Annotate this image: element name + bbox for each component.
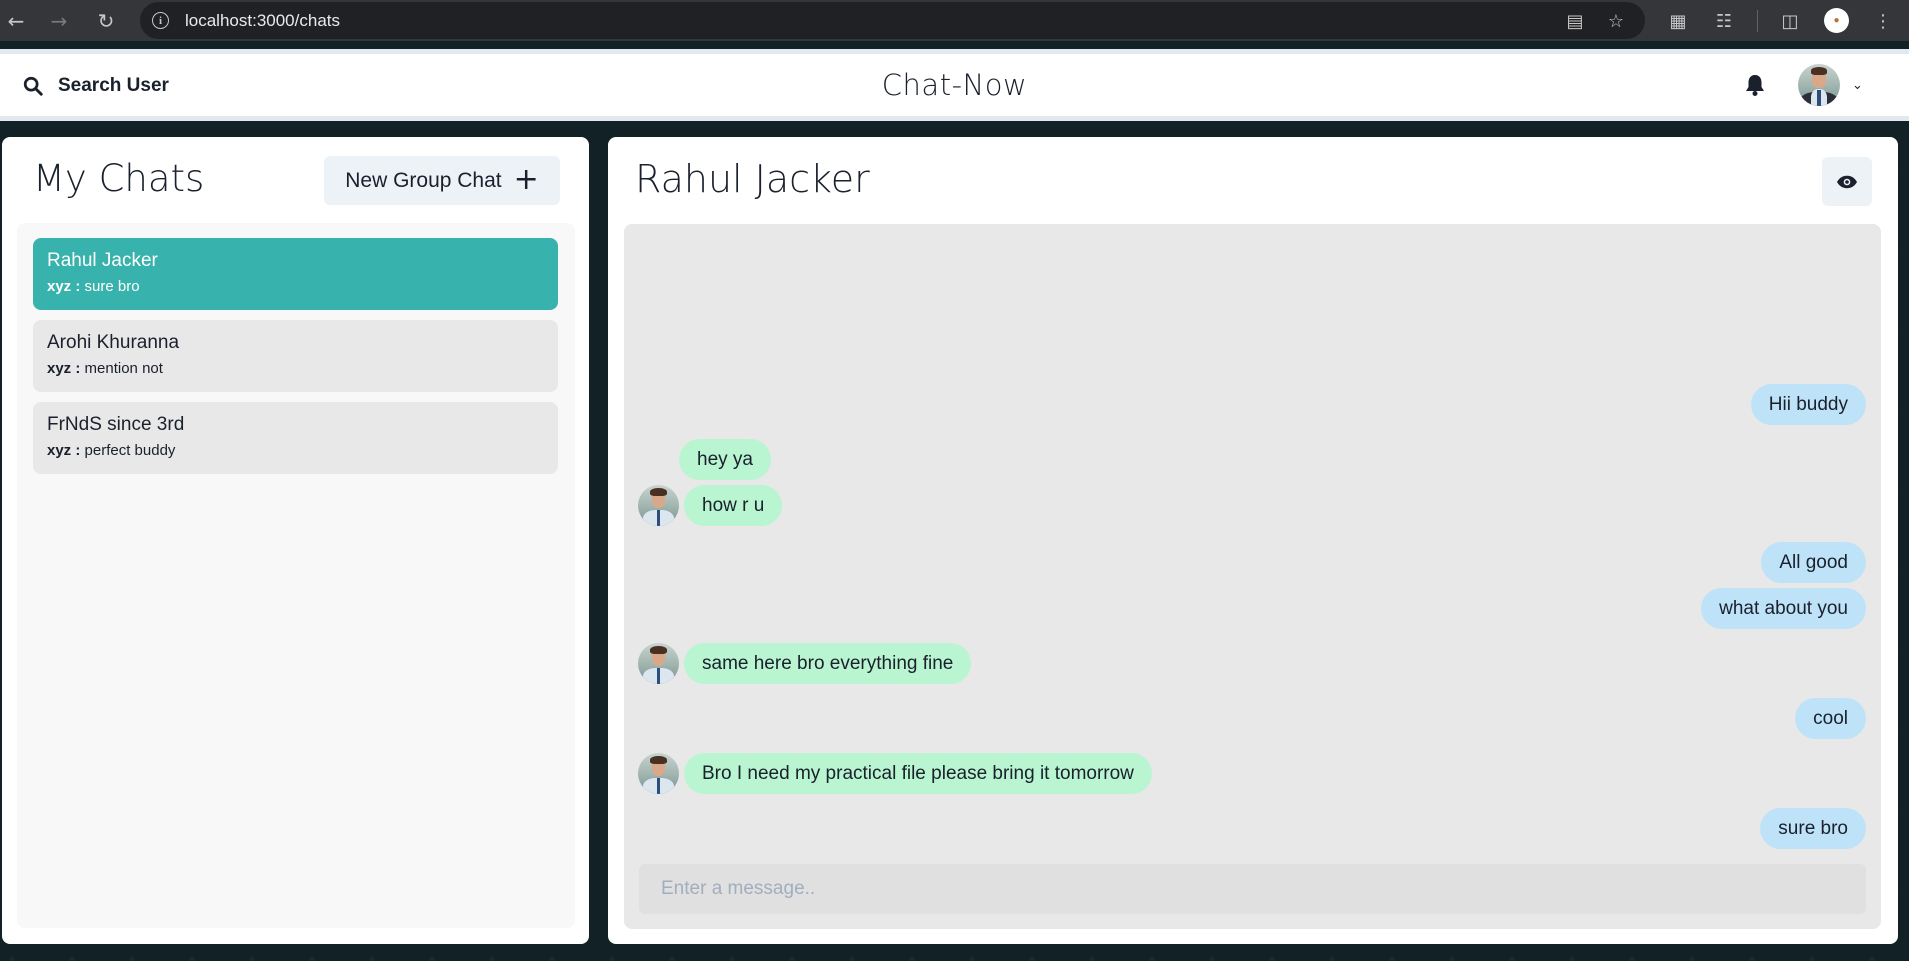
browser-profile-icon[interactable]: ● — [1824, 8, 1849, 33]
chat-latest-sender: xyz : — [47, 278, 81, 295]
back-arrow-icon[interactable]: ← — [0, 5, 32, 37]
site-info-icon[interactable]: i — [152, 12, 169, 29]
extension-app-icon[interactable]: ▦ — [1662, 5, 1694, 37]
bookmark-star-icon[interactable]: ☆ — [1603, 8, 1629, 34]
my-chats-panel: My Chats New Group Chat + Rahul Jacker x… — [2, 137, 589, 944]
chat-list-item-rahul-jacker[interactable]: Rahul Jacker xyz : sure bro — [33, 238, 558, 310]
url-text[interactable]: localhost:3000/chats — [185, 11, 340, 31]
chat-latest-text: perfect buddy — [84, 442, 176, 459]
browser-toolbar: ← → ↻ i localhost:3000/chats ▤ ☆ ▦ ☷ ◫ ●… — [0, 0, 1909, 41]
address-bar[interactable]: i localhost:3000/chats ▤ ☆ — [140, 2, 1645, 39]
chat-list-item-arohi-khuranna[interactable]: Arohi Khuranna xyz : mention not — [33, 320, 558, 392]
reload-icon[interactable]: ↻ — [90, 5, 122, 37]
chat-name: FrNdS since 3rd — [47, 414, 185, 435]
chat-latest-message: xyz : sure bro — [47, 278, 544, 295]
chat-latest-text: sure bro — [84, 278, 140, 295]
app-title: Chat-Now — [881, 68, 1028, 102]
message-bubble-sent: sure bro — [1760, 808, 1866, 849]
chevron-down-icon: ⌄ — [1852, 77, 1863, 93]
user-avatar — [1798, 64, 1840, 106]
app-header: Search User Chat-Now ⌄ — [0, 49, 1909, 121]
conversation-panel: Rahul Jacker Hii buddy hey ya how r u Al… — [608, 137, 1898, 944]
sender-avatar[interactable] — [638, 485, 679, 526]
message-bubble-sent: cool — [1795, 698, 1866, 739]
extensions-puzzle-icon[interactable]: ☷ — [1708, 5, 1740, 37]
message-input[interactable] — [639, 864, 1866, 914]
chat-latest-text: mention not — [84, 360, 163, 377]
profile-menu-button[interactable]: ⌄ — [1798, 64, 1863, 106]
new-group-chat-button[interactable]: New Group Chat + — [324, 156, 560, 205]
message-bubble-sent: Hii buddy — [1750, 384, 1866, 425]
plus-icon: + — [513, 161, 539, 197]
chat-name: Arohi Khuranna — [47, 332, 180, 353]
notification-bell-button[interactable] — [1741, 71, 1769, 99]
chat-latest-message: xyz : mention not — [47, 360, 544, 377]
toolbar-divider — [1757, 10, 1758, 32]
view-profile-button[interactable] — [1822, 157, 1872, 206]
new-group-chat-label: New Group Chat — [345, 168, 502, 192]
install-app-icon[interactable]: ▤ — [1562, 8, 1588, 34]
browser-menu-icon[interactable]: ⋮ — [1867, 5, 1899, 37]
message-bubble-received: Bro I need my practical file please brin… — [684, 753, 1152, 794]
message-bubble-received: how r u — [684, 485, 783, 526]
bell-icon — [1746, 75, 1764, 96]
messages-area: Hii buddy hey ya how r u All good what a… — [624, 224, 1881, 929]
chat-latest-sender: xyz : — [47, 360, 81, 377]
chat-latest-message: xyz : perfect buddy — [47, 442, 544, 459]
side-panel-icon[interactable]: ◫ — [1774, 5, 1806, 37]
message-bubble-sent: what about you — [1701, 588, 1866, 629]
chat-list-item-friends-since-3rd[interactable]: FrNdS since 3rd xyz : perfect buddy — [33, 402, 558, 474]
chat-latest-sender: xyz : — [47, 442, 81, 459]
message-bubble-received: hey ya — [679, 439, 771, 480]
forward-arrow-icon[interactable]: → — [43, 5, 75, 37]
message-bubble-received: same here bro everything fine — [684, 643, 972, 684]
message-bubble-sent: All good — [1761, 542, 1866, 583]
chat-name: Rahul Jacker — [47, 250, 158, 271]
sender-avatar[interactable] — [638, 643, 679, 684]
eye-icon — [1837, 175, 1857, 188]
sender-avatar[interactable] — [638, 753, 679, 794]
conversation-title: Rahul Jacker — [635, 157, 870, 201]
chat-list: Rahul Jacker xyz : sure bro Arohi Khuran… — [17, 223, 575, 928]
my-chats-title: My Chats — [33, 157, 205, 200]
